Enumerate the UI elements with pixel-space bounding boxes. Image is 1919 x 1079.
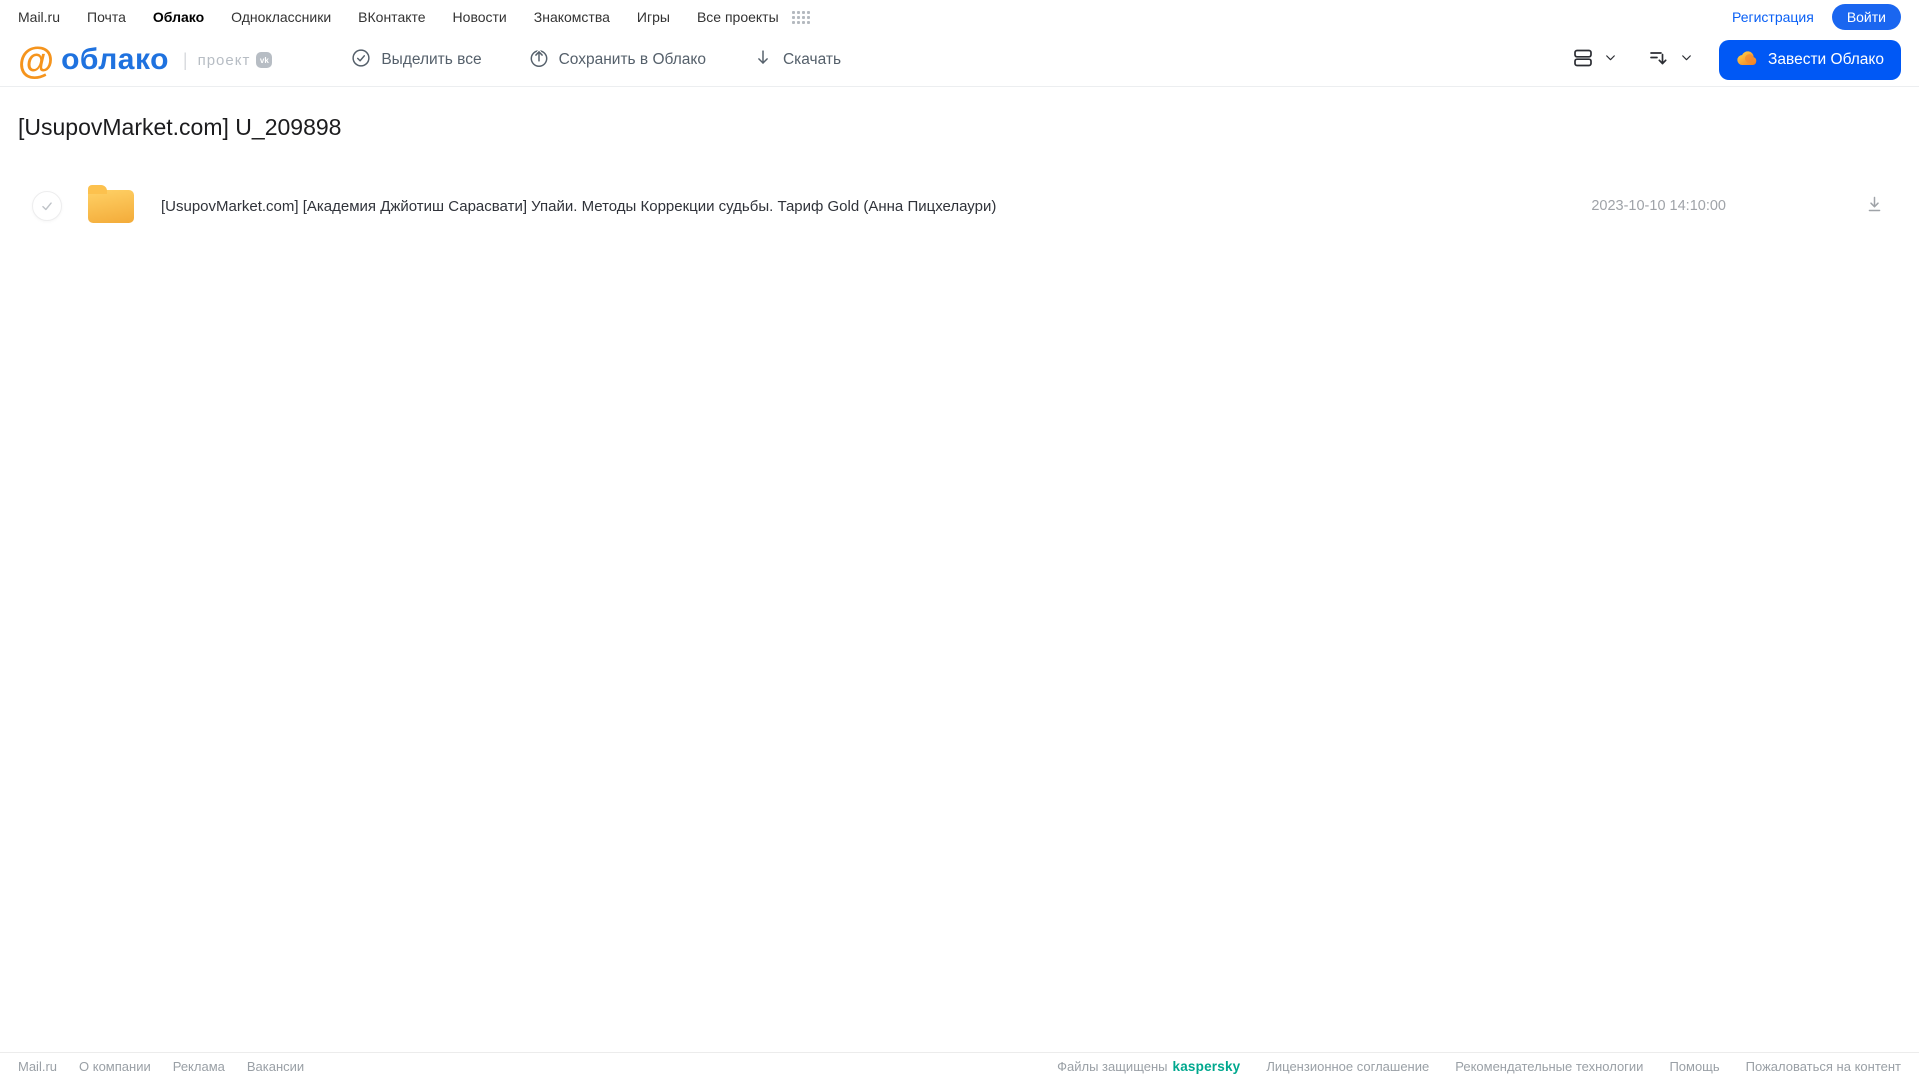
project-vk-label: проект (197, 51, 251, 69)
login-button[interactable]: Войти (1831, 4, 1901, 30)
download-underline-icon (1868, 196, 1881, 212)
footer-mailru-link[interactable]: Mail.ru (18, 1059, 57, 1074)
view-controls (1571, 46, 1693, 75)
download-arrow-icon (752, 47, 774, 74)
sort-dropdown[interactable] (1647, 46, 1693, 75)
kaspersky-logo: kaspersky (1172, 1058, 1241, 1074)
logo-wordmark: облако (61, 43, 169, 76)
main-content: [UsupovMarket.com] U_209898 [UsupovMarke… (0, 87, 1919, 1052)
nav-pochta[interactable]: Почта (87, 9, 126, 25)
footer-help-link[interactable]: Помощь (1669, 1059, 1719, 1074)
cloud-logo[interactable]: @ облако | проект vk (18, 39, 273, 81)
file-row[interactable]: [UsupovMarket.com] [Академия Джйотиш Сар… (18, 179, 1901, 233)
footer-report-link[interactable]: Пожаловаться на контент (1746, 1059, 1901, 1074)
check-circle-icon (350, 47, 372, 74)
cloud-icon (1736, 49, 1759, 71)
folder-icon (88, 184, 134, 223)
footer: Mail.ru О компании Реклама Вакансии Файл… (0, 1052, 1919, 1079)
register-link[interactable]: Регистрация (1732, 9, 1814, 25)
row-checkbox[interactable] (32, 191, 62, 221)
file-name[interactable]: [UsupovMarket.com] [Академия Джйотиш Сар… (161, 198, 996, 215)
list-view-icon (1571, 46, 1595, 75)
nav-all-projects[interactable]: Все проекты (697, 9, 779, 25)
save-to-cloud-label: Сохранить в Облако (558, 51, 706, 68)
nav-novosti[interactable]: Новости (453, 9, 507, 25)
nav-znakomstva[interactable]: Знакомства (534, 9, 610, 25)
save-to-cloud-button[interactable]: Сохранить в Облако (528, 47, 706, 74)
nav-vkontakte[interactable]: ВКонтакте (358, 9, 425, 25)
view-mode-dropdown[interactable] (1571, 46, 1617, 75)
footer-jobs-link[interactable]: Вакансии (247, 1059, 304, 1074)
chevron-down-icon (1680, 51, 1693, 69)
cloud-upload-icon (528, 47, 550, 74)
antivirus-note: Файлы защищены kaspersky (1057, 1059, 1240, 1074)
check-icon (42, 202, 52, 211)
nav-mailru[interactable]: Mail.ru (18, 9, 60, 25)
create-cloud-button[interactable]: Завести Облако (1719, 40, 1901, 80)
footer-license-link[interactable]: Лицензионное соглашение (1266, 1059, 1429, 1074)
top-utility-bar: Mail.ru Почта Облако Одноклассники ВКонт… (0, 0, 1919, 34)
vk-badge-icon: vk (256, 52, 273, 68)
nav-odnoklassniki[interactable]: Одноклассники (231, 9, 331, 25)
footer-left-links: Mail.ru О компании Реклама Вакансии (18, 1059, 304, 1074)
sort-icon (1647, 46, 1671, 75)
footer-right-links: Файлы защищены kaspersky Лицензионное со… (1057, 1059, 1901, 1074)
create-cloud-label: Завести Облако (1768, 51, 1884, 68)
row-download-button[interactable] (1864, 194, 1885, 218)
page-title: [UsupovMarket.com] U_209898 (18, 114, 342, 140)
select-all-label: Выделить все (381, 51, 482, 68)
chevron-down-icon (1604, 51, 1617, 69)
footer-recommendations-link[interactable]: Рекомендательные технологии (1455, 1059, 1643, 1074)
footer-ads-link[interactable]: Реклама (173, 1059, 225, 1074)
download-label: Скачать (782, 51, 842, 68)
file-modified-date: 2023-10-10 14:10:00 (1591, 198, 1726, 214)
select-all-button[interactable]: Выделить все (350, 47, 482, 74)
portal-nav: Mail.ru Почта Облако Одноклассники ВКонт… (18, 9, 810, 25)
all-projects-grid-icon[interactable] (791, 10, 810, 24)
mailru-at-icon: @ (18, 39, 55, 81)
download-button[interactable]: Скачать (752, 47, 841, 74)
toolbar: Выделить все Сохранить в Облако Скачать (350, 47, 841, 74)
antivirus-note-text: Файлы защищены (1057, 1058, 1168, 1074)
nav-igry[interactable]: Игры (637, 9, 670, 25)
header: @ облако | проект vk Выделить все Сохран… (0, 34, 1919, 87)
footer-about-link[interactable]: О компании (79, 1059, 151, 1074)
logo-divider: | (182, 49, 188, 70)
nav-oblako[interactable]: Облако (153, 9, 204, 25)
